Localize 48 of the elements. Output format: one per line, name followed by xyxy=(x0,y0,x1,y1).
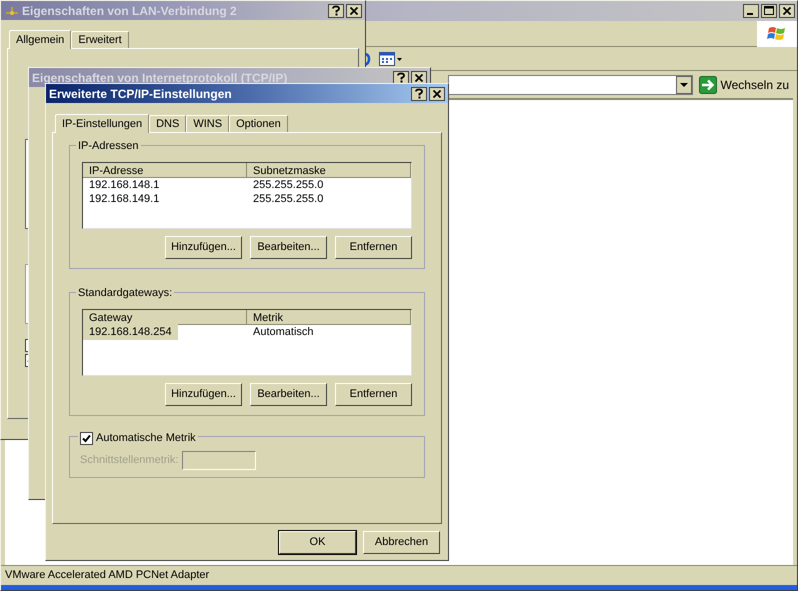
close-button[interactable] xyxy=(429,86,445,100)
column-header[interactable]: IP-Adresse xyxy=(83,163,247,178)
help-button[interactable] xyxy=(411,86,427,100)
toolbar-icon[interactable] xyxy=(363,50,371,66)
views-icon[interactable] xyxy=(379,50,403,66)
tab[interactable]: Erweitert xyxy=(71,31,129,48)
address-field[interactable] xyxy=(448,74,693,94)
close-button[interactable] xyxy=(411,70,427,84)
column-header[interactable]: Metrik xyxy=(247,310,411,325)
checkbox-label: Automatische Metrik xyxy=(96,431,196,446)
dropdown-button[interactable] xyxy=(676,76,692,94)
network-icon xyxy=(4,4,20,16)
column-header[interactable]: Subnetzmaske xyxy=(247,163,411,178)
list-item[interactable]: 255.255.255.0 xyxy=(253,176,324,194)
maximize-button[interactable] xyxy=(761,4,777,18)
list-item[interactable]: 192.168.148.254 xyxy=(83,324,178,340)
tab[interactable]: IP-Einstellungen xyxy=(55,114,150,133)
list-item[interactable]: 192.168.148.1 xyxy=(83,176,166,194)
button[interactable]: Bearbeiten... xyxy=(250,383,327,406)
minimize-button[interactable] xyxy=(743,4,759,18)
help-button[interactable] xyxy=(328,4,344,18)
tab[interactable]: DNS xyxy=(149,115,186,132)
tab[interactable]: Optionen xyxy=(229,115,288,132)
tab[interactable]: Allgemein xyxy=(9,30,72,49)
flag-logo-icon xyxy=(767,25,787,43)
field-label: Schnittstellenmetrik: xyxy=(80,453,178,468)
button[interactable]: Entfernen xyxy=(335,383,412,406)
button[interactable]: Hinzufügen... xyxy=(165,236,242,259)
tab[interactable]: WINS xyxy=(186,115,230,132)
column-header[interactable]: Gateway xyxy=(83,310,247,325)
arrow-icon xyxy=(698,76,717,94)
checkbox[interactable] xyxy=(80,432,93,445)
input-field[interactable] xyxy=(182,451,256,470)
window-title: Erweiterte TCP/IP-Einstellungen xyxy=(49,86,233,102)
group-title: Standardgateways: xyxy=(76,285,174,302)
status-bar-text: VMware Accelerated AMD PCNet Adapter xyxy=(5,568,210,584)
close-button[interactable] xyxy=(346,4,362,18)
button[interactable]: Bearbeiten... xyxy=(250,236,327,259)
close-button[interactable] xyxy=(779,4,795,18)
button[interactable]: Entfernen xyxy=(335,236,412,259)
button[interactable]: Hinzufügen... xyxy=(165,383,242,406)
go-button[interactable]: Wechseln zu xyxy=(696,74,791,96)
list-item[interactable]: 255.255.255.0 xyxy=(253,190,324,208)
help-button[interactable] xyxy=(393,70,409,84)
list-item[interactable]: 192.168.149.1 xyxy=(83,190,166,208)
button[interactable]: OK xyxy=(279,531,356,554)
button[interactable]: Abbrechen xyxy=(363,531,440,554)
list-item[interactable]: Automatisch xyxy=(253,324,314,340)
